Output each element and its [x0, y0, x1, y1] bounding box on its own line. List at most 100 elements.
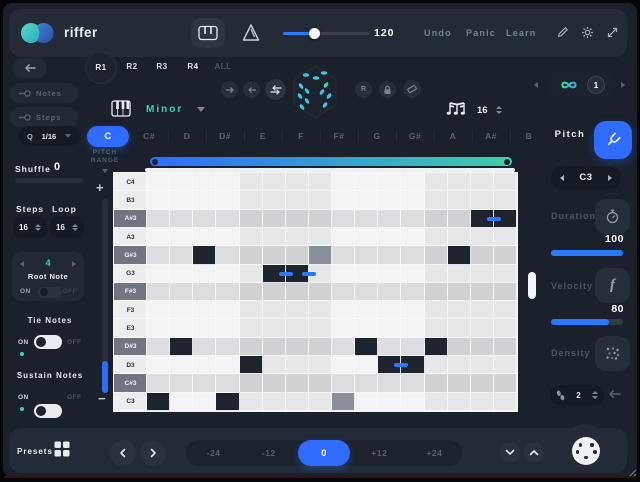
duration-button[interactable] — [595, 199, 630, 234]
grid-cell[interactable] — [263, 283, 286, 301]
grid-note[interactable] — [425, 338, 448, 356]
grid-cell[interactable] — [263, 319, 286, 337]
randomize-button[interactable]: R — [355, 81, 372, 98]
grid-cell[interactable] — [378, 283, 401, 301]
grid-cell[interactable] — [170, 301, 193, 319]
grid-cell[interactable] — [240, 301, 263, 319]
riff-tab-all[interactable]: ALL — [207, 62, 239, 71]
grid-cell[interactable] — [309, 301, 332, 319]
grid-scrollbar-handle[interactable] — [528, 272, 536, 299]
riff-tab-r3[interactable]: R3 — [146, 62, 178, 71]
grid-cell[interactable] — [332, 173, 355, 191]
grid-cell[interactable] — [401, 246, 424, 264]
grid-cell[interactable] — [425, 173, 448, 191]
chevron-down-icon[interactable] — [197, 107, 205, 112]
grid-cell[interactable] — [263, 228, 286, 246]
grid-cell[interactable] — [240, 374, 263, 392]
grid-cell[interactable] — [494, 191, 517, 209]
grid-cell[interactable] — [401, 210, 424, 228]
grid-cell[interactable] — [471, 265, 494, 283]
range-zoom-out-button[interactable]: − — [98, 391, 106, 406]
grid-cell[interactable] — [448, 338, 471, 356]
grid-cell[interactable] — [263, 338, 286, 356]
grid-note[interactable] — [170, 338, 193, 356]
sidebar-item-steps[interactable]: Steps — [10, 107, 78, 127]
grid-cell[interactable] — [332, 283, 355, 301]
grid-cell[interactable] — [286, 210, 309, 228]
keyboard-button[interactable] — [191, 18, 225, 48]
grid-cell[interactable] — [286, 301, 309, 319]
grid-cell[interactable] — [355, 191, 378, 209]
grid-cell[interactable] — [448, 356, 471, 374]
grid-cell[interactable] — [425, 301, 448, 319]
grid-cell[interactable] — [147, 319, 170, 337]
grid-cell[interactable] — [147, 265, 170, 283]
grid-cell[interactable] — [494, 228, 517, 246]
chevron-down-icon[interactable] — [102, 169, 108, 173]
grid-cell[interactable] — [309, 356, 332, 374]
pencil-icon[interactable] — [556, 26, 569, 39]
grid-cell[interactable] — [378, 265, 401, 283]
grid-cell[interactable] — [170, 210, 193, 228]
grid-cell[interactable] — [147, 338, 170, 356]
note-button-g[interactable]: G — [358, 125, 396, 147]
grid-cell[interactable] — [193, 191, 216, 209]
grid-cell[interactable] — [332, 356, 355, 374]
note-button-asharp[interactable]: A# — [472, 125, 510, 147]
grid-cell[interactable] — [332, 319, 355, 337]
grid-cell[interactable] — [494, 356, 517, 374]
grid-note[interactable] — [147, 393, 170, 411]
steps-spinner[interactable] — [35, 224, 41, 232]
loop-prev-icon[interactable] — [534, 82, 538, 88]
grid-cell[interactable] — [494, 283, 517, 301]
shuffle-slider[interactable] — [15, 178, 83, 183]
range-zoom-in-button[interactable]: + — [96, 180, 104, 195]
grid-cell[interactable] — [240, 265, 263, 283]
density-steps-stepper[interactable]: 2 — [550, 385, 604, 405]
grid-cell[interactable] — [355, 173, 378, 191]
grid-cell[interactable] — [170, 356, 193, 374]
grid-cell[interactable] — [332, 301, 355, 319]
learn-button[interactable]: Learn — [506, 28, 537, 38]
grid-cell[interactable] — [448, 228, 471, 246]
grid-cell[interactable] — [494, 374, 517, 392]
grid-cell[interactable] — [193, 265, 216, 283]
piano-roll-grid[interactable]: C4B3A#3A3G#3G3F#3F3E3D#3D3C#3C3 — [113, 172, 518, 412]
grid-cell[interactable] — [147, 283, 170, 301]
panic-button[interactable]: Panic — [466, 28, 496, 38]
range-slider-min-handle[interactable] — [152, 159, 158, 165]
grid-cell[interactable] — [448, 173, 471, 191]
swap-arrows-button[interactable] — [265, 79, 286, 100]
metronome-icon[interactable] — [241, 23, 261, 43]
grid-cell[interactable] — [263, 210, 286, 228]
grid-cell[interactable] — [240, 228, 263, 246]
grid-cell[interactable] — [193, 338, 216, 356]
note-button-f[interactable]: F — [282, 125, 320, 147]
grid-cell[interactable] — [240, 191, 263, 209]
rate-spinner[interactable] — [496, 106, 502, 114]
grid-cell[interactable] — [355, 210, 378, 228]
grid-cell[interactable] — [378, 374, 401, 392]
grid-cell[interactable] — [401, 319, 424, 337]
tempo-slider-thumb[interactable] — [309, 28, 320, 39]
grid-cell[interactable] — [401, 283, 424, 301]
grid-cell[interactable] — [309, 283, 332, 301]
undo-button[interactable]: Undo — [424, 28, 452, 38]
grid-cell[interactable] — [471, 191, 494, 209]
quantize-selector[interactable]: Q 1/16 — [19, 126, 79, 146]
grid-cell[interactable] — [448, 210, 471, 228]
velocity-button[interactable]: f — [595, 268, 630, 303]
grid-cell[interactable] — [494, 173, 517, 191]
sidebar-item-notes[interactable]: Notes — [10, 83, 78, 103]
grid-cell[interactable] — [355, 301, 378, 319]
grid-cell[interactable] — [147, 356, 170, 374]
grid-cell[interactable] — [193, 356, 216, 374]
grid-cell[interactable] — [401, 228, 424, 246]
loop-spinner[interactable] — [72, 224, 78, 232]
riff-tab-r4[interactable]: R4 — [177, 62, 209, 71]
grid-cell[interactable] — [216, 191, 239, 209]
note-button-e[interactable]: E — [244, 125, 282, 147]
grid-note[interactable] — [355, 338, 378, 356]
grid-cell[interactable] — [216, 246, 239, 264]
grid-cell[interactable] — [332, 338, 355, 356]
